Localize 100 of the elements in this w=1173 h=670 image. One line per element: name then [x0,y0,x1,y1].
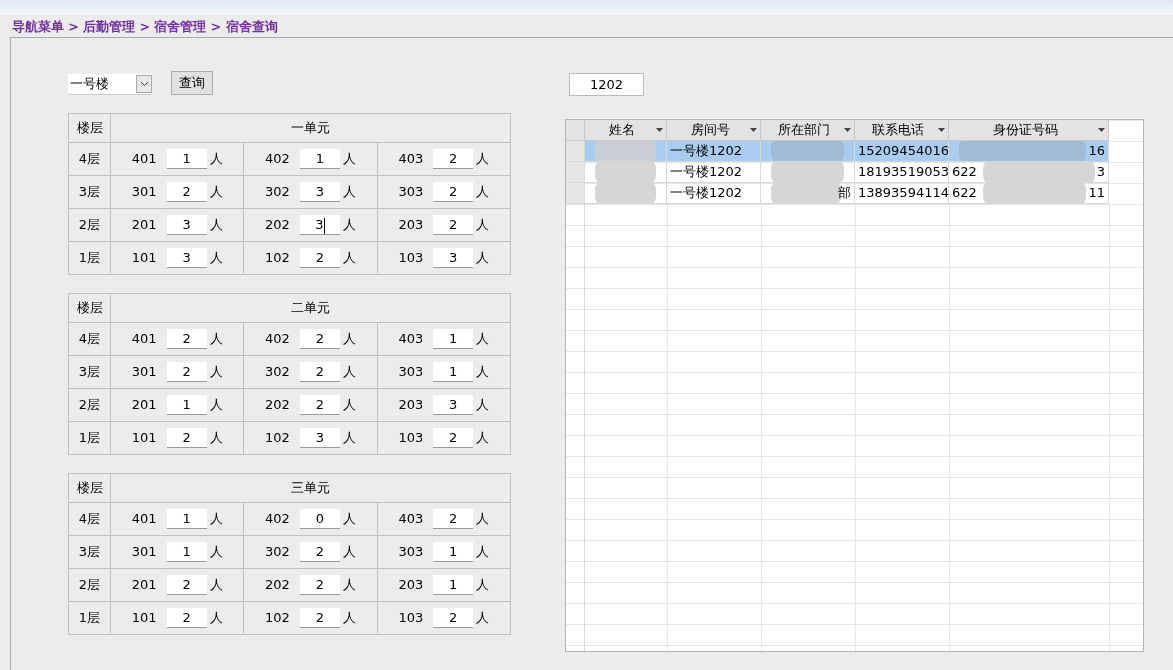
room-number: 303 [398,544,424,559]
occupancy-field[interactable]: 1 [166,395,207,415]
unit-label: 人 [209,184,223,199]
room-number: 403 [398,151,424,166]
column-header[interactable]: 房间号 [667,120,761,141]
occupancy-field[interactable]: 3 [299,215,340,235]
floor-label: 3层 [78,364,101,380]
unit-label: 人 [342,151,356,166]
building-dropdown[interactable]: 一号楼 [68,74,152,95]
room-number: 201 [131,217,157,232]
occupancy-field[interactable]: 2 [433,509,474,529]
occupancy-field[interactable]: 2 [299,575,340,595]
blurred-cell: 622 3 [949,162,1109,183]
room-number: 102 [265,250,290,265]
occupancy-field[interactable]: 1 [166,542,207,562]
floor-label: 4层 [78,151,101,167]
room-number: 301 [131,544,157,559]
column-header[interactable]: 联系电话 [855,120,949,141]
room-number: 103 [398,430,424,445]
grid-cell: 一号楼1202 [667,183,761,204]
occupancy-field[interactable]: 2 [166,575,207,595]
room-number: 101 [131,430,157,445]
column-header[interactable]: 姓名 [585,120,667,141]
unit-label: 人 [209,250,223,265]
occupancy-field[interactable]: 2 [299,542,340,562]
occupancy-field[interactable]: 1 [166,509,207,529]
floor-label: 1层 [78,610,101,626]
floor-label: 4层 [78,511,101,527]
room-number: 401 [131,331,157,346]
room-number: 401 [131,151,157,166]
occupancy-field[interactable]: 2 [299,395,340,415]
occupancy-field[interactable]: 1 [433,329,474,349]
column-header[interactable]: 所在部门 [761,120,855,141]
unit-label: 人 [209,577,223,592]
occupancy-field[interactable]: 2 [433,428,474,448]
query-button[interactable]: 查询 [171,71,213,95]
occupancy-field[interactable]: 2 [433,149,474,169]
unit-label: 人 [342,544,356,559]
occupancy-field[interactable]: 2 [299,608,340,628]
occupancy-field[interactable]: 1 [433,362,474,382]
unit-label: 人 [476,397,490,412]
occupancy-field[interactable]: 3 [433,395,474,415]
occupancy-field[interactable]: 1 [299,149,340,169]
room-number: 303 [398,364,424,379]
grid-cell: 一号楼1202 [667,162,761,183]
grid-cell: 18193519053 [855,162,949,183]
room-number: 302 [265,184,290,199]
occupancy-field[interactable]: 3 [433,248,474,268]
room-field[interactable]: 1202 [569,73,644,96]
room-number: 201 [131,397,157,412]
column-header: 楼层 [76,120,103,136]
occupancy-field[interactable]: 2 [166,362,207,382]
occupancy-field[interactable]: 3 [299,428,340,448]
occupancy-field[interactable]: 2 [299,248,340,268]
occupancy-field[interactable]: 1 [433,575,474,595]
floor-label: 2层 [78,217,101,233]
room-number: 101 [131,250,157,265]
unit-label: 人 [476,217,490,232]
occupancy-field[interactable]: 3 [166,215,207,235]
floor-label: 4层 [78,331,101,347]
blurred-cell: 622 11 [949,183,1109,204]
occupancy-field[interactable]: 3 [299,182,340,202]
dropdown-arrow-icon[interactable] [1098,128,1105,132]
room-number: 202 [265,577,290,592]
occupancy-field[interactable]: 2 [433,215,474,235]
dropdown-arrow-icon[interactable] [750,128,757,132]
grid-cell: 15209454016 [855,141,949,162]
occupancy-field[interactable]: 2 [166,329,207,349]
dropdown-arrow-icon[interactable] [938,128,945,132]
room-number: 203 [398,397,424,412]
occupancy-field[interactable]: 3 [166,248,207,268]
room-number: 301 [131,184,157,199]
room-number: 203 [398,577,424,592]
occupancy-field[interactable]: 2 [433,608,474,628]
breadcrumb: 导航菜单 > 后勤管理 > 宿舍管理 > 宿舍查询 [12,19,278,34]
unit-label: 人 [342,250,356,265]
dropdown-arrow-icon[interactable] [656,128,663,132]
occupancy-field[interactable]: 2 [166,428,207,448]
occupancy-field[interactable]: 0 [299,509,340,529]
unit-title: 二单元 [291,300,330,316]
unit-label: 人 [476,430,490,445]
unit-label: 人 [342,511,356,526]
dropdown-arrow-icon[interactable] [844,128,851,132]
unit-title: 一单元 [291,120,330,136]
occupancy-field[interactable]: 2 [299,362,340,382]
room-number: 402 [265,511,290,526]
room-number: 103 [398,610,424,625]
caret-icon[interactable] [136,75,152,93]
occupancy-field[interactable]: 1 [166,149,207,169]
occupancy-field[interactable]: 1 [433,542,474,562]
occupancy-field[interactable]: 2 [433,182,474,202]
occupancy-field[interactable]: 2 [299,329,340,349]
floor-label: 2层 [78,577,101,593]
blurred-cell: 部 [761,183,855,204]
column-header[interactable]: 身份证号码 [949,120,1109,141]
occupancy-field[interactable]: 2 [166,182,207,202]
room-number: 102 [265,610,290,625]
occupancy-field[interactable]: 2 [166,608,207,628]
room-number: 403 [398,331,424,346]
column-header: 楼层 [76,300,103,316]
